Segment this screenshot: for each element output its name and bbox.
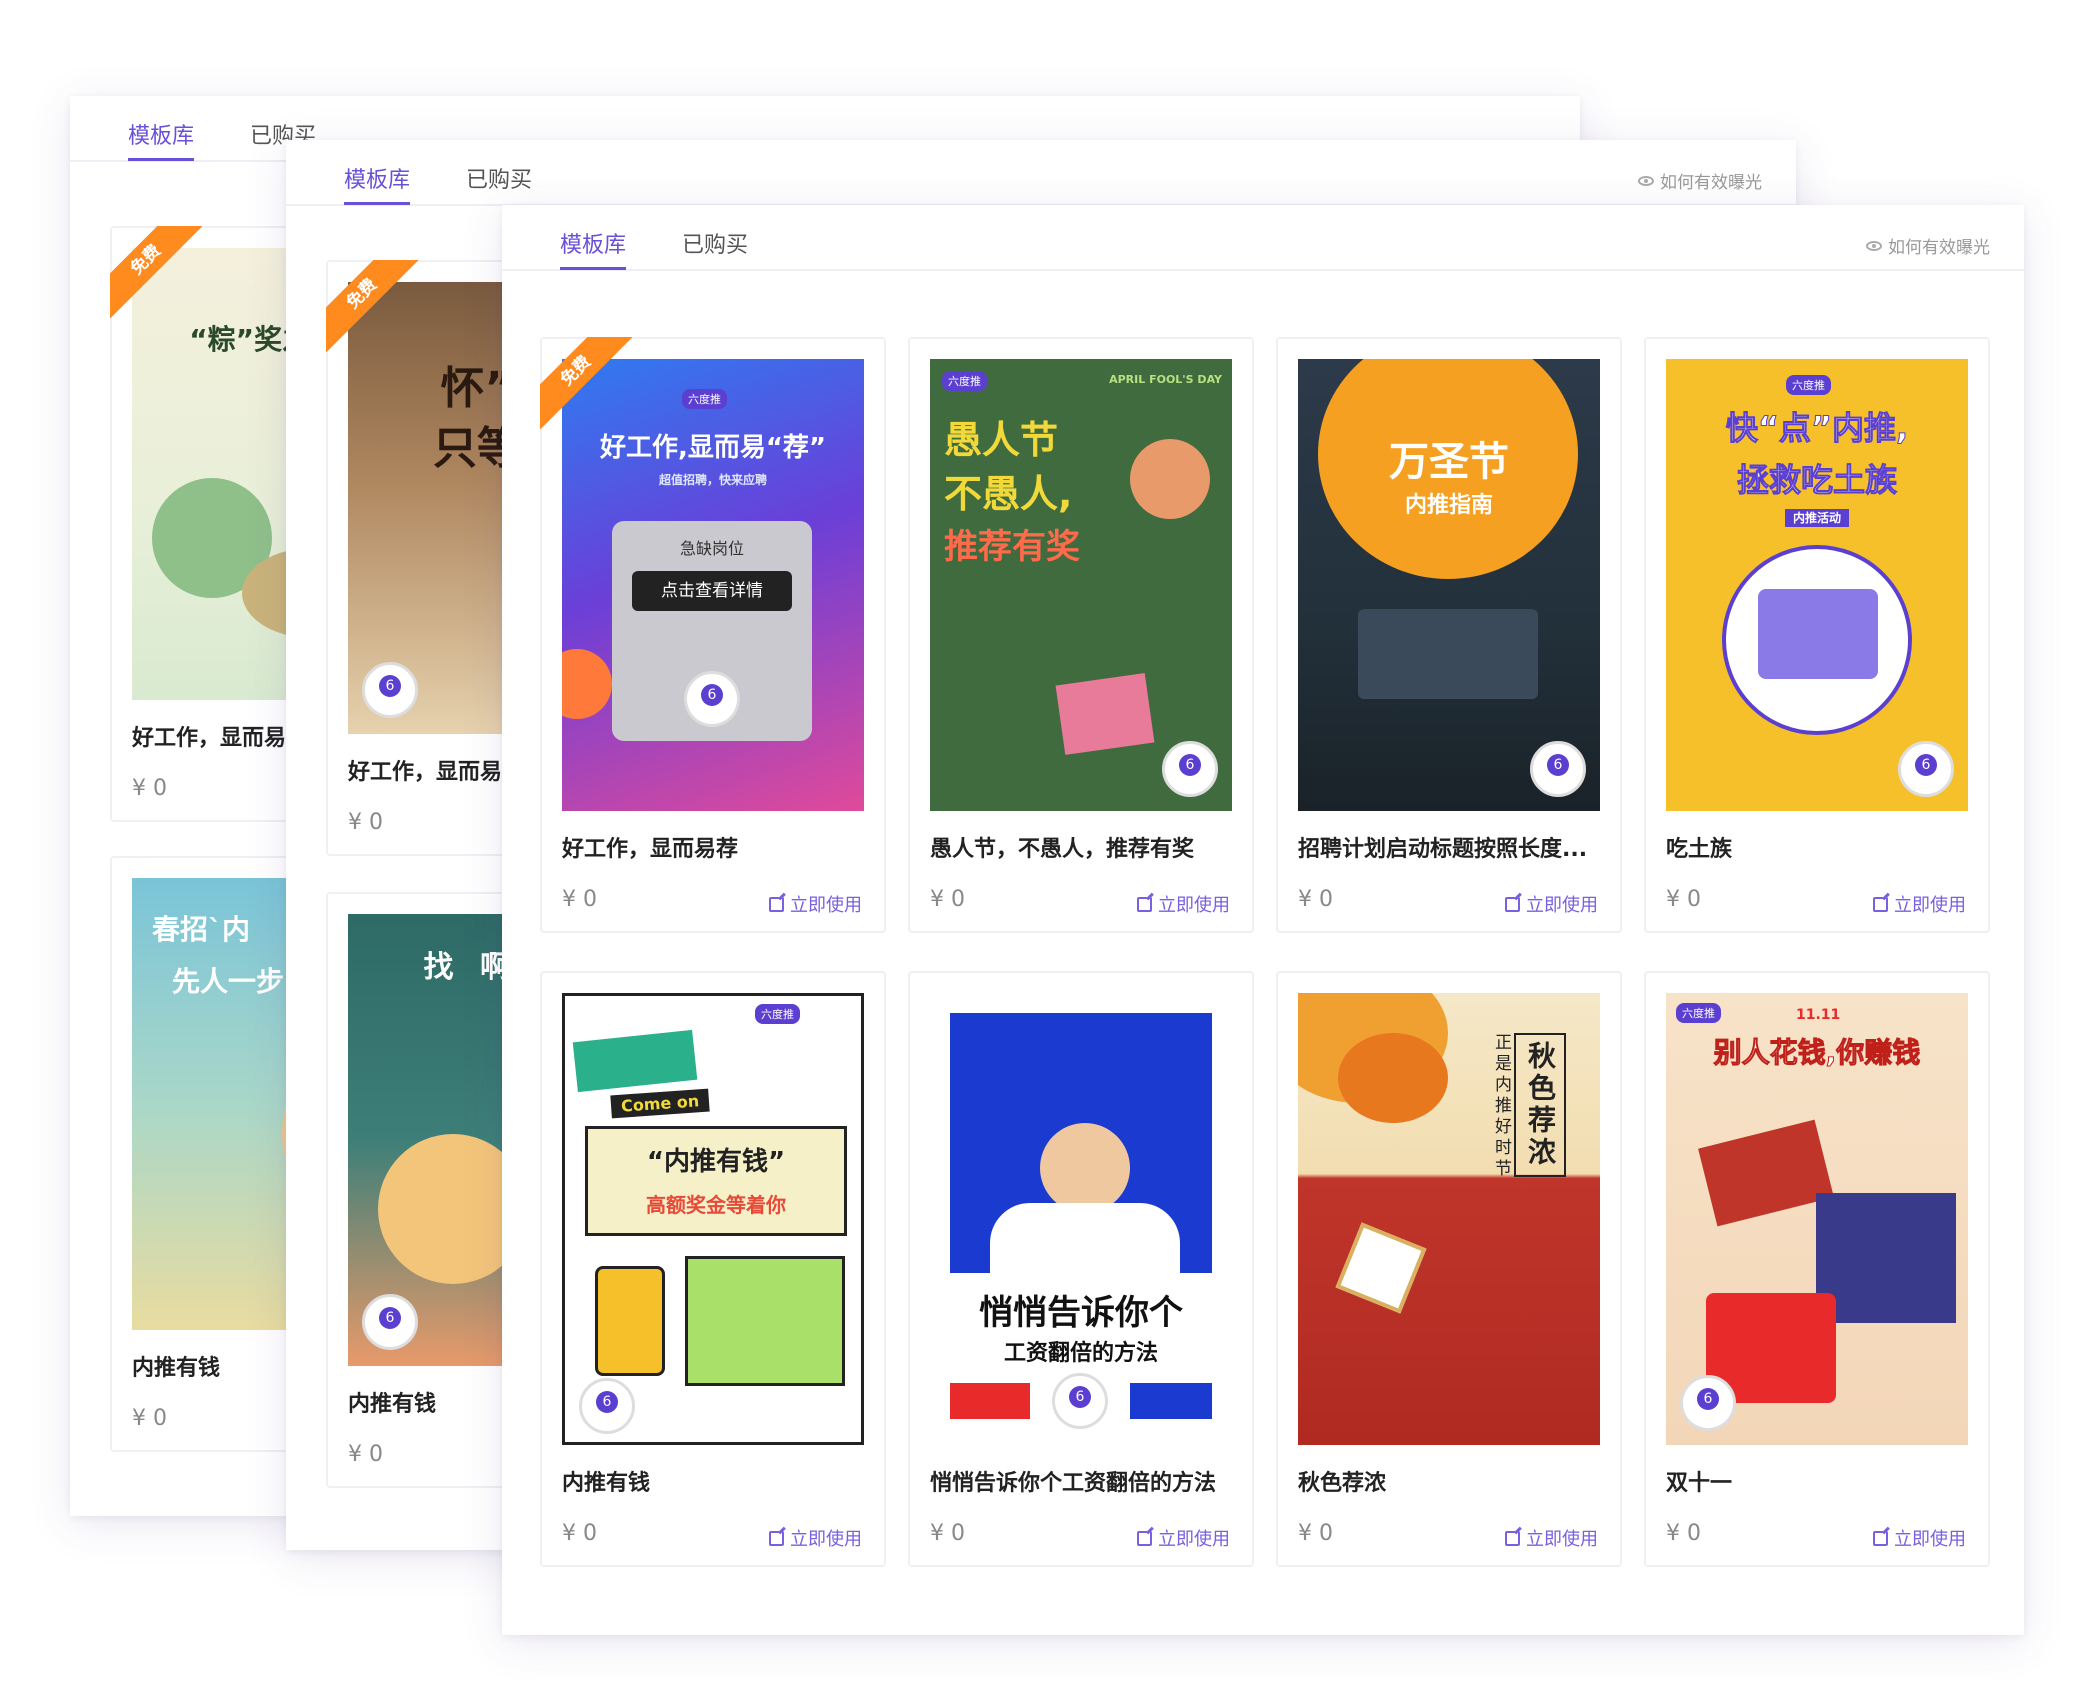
card-title: 好工作，显而易荐: [348, 760, 525, 785]
poster-broke-tribe: 六度推 快“点”内推, 拯救吃土族 内推活动: [1666, 359, 1968, 811]
use-now-button[interactable]: 立即使用: [1137, 891, 1230, 917]
card-title: 好工作，显而易荐: [562, 837, 739, 862]
tab-purchased[interactable]: 已购买: [682, 227, 748, 267]
qr-code: [1680, 1375, 1736, 1431]
card-price: ¥ 0: [1298, 887, 1333, 912]
template-card[interactable]: 悄悄告诉你个 工资翻倍的方法 悄悄告诉你个工资翻倍的方法 ¥ 0 立即使用: [908, 971, 1254, 1567]
template-card[interactable]: 万圣节 内推指南 招聘计划启动标题按照长度... ¥ 0 立即使用: [1276, 337, 1622, 933]
use-now-button[interactable]: 立即使用: [1505, 891, 1598, 917]
poster-salary-secret: 悄悄告诉你个 工资翻倍的方法: [930, 993, 1232, 1445]
eye-icon: [1866, 240, 1882, 251]
tab-template-library[interactable]: 模板库: [344, 162, 411, 205]
use-now-button[interactable]: 立即使用: [1873, 1525, 1966, 1551]
tab-bar: 模板库 已购买 如何有效曝光: [286, 140, 1796, 206]
use-now-button[interactable]: 立即使用: [1873, 891, 1966, 917]
tab-bar: 模板库 已购买 如何有效曝光: [502, 205, 2024, 271]
tab-template-library[interactable]: 模板库: [128, 118, 195, 161]
qr-code: [579, 1378, 635, 1434]
qr-code: [684, 671, 740, 727]
template-card[interactable]: 秋色荐浓 正是内推好时节 秋色荐浓 ¥ 0 立即使用: [1276, 971, 1622, 1567]
edit-icon: [1873, 896, 1888, 912]
qr-code: [362, 662, 418, 718]
card-price: ¥ 0: [562, 887, 597, 912]
poster-april-fools: 六度推 APRIL FOOL'S DAY 愚人节 不愚人, 推荐有奖: [930, 359, 1232, 811]
use-now-button[interactable]: 立即使用: [769, 891, 862, 917]
edit-icon: [1873, 1530, 1888, 1546]
template-card[interactable]: 六度推 APRIL FOOL'S DAY 愚人节 不愚人, 推荐有奖 愚人节，不…: [908, 337, 1254, 933]
card-price: ¥ 0: [132, 776, 167, 801]
card-price: ¥ 0: [930, 887, 965, 912]
template-card[interactable]: 免费 六度推 好工作,显而易“荐” 超值招聘，快来应聘 急缺岗位 点击查看详情 …: [540, 337, 886, 933]
template-card[interactable]: 六度推 11.11 别人花钱,你赚钱 双十一 ¥ 0 立即使用: [1644, 971, 1990, 1567]
poster-double-eleven: 六度推 11.11 别人花钱,你赚钱: [1666, 993, 1968, 1445]
card-price: ¥ 0: [132, 1406, 167, 1431]
qr-code: [362, 1294, 418, 1350]
card-price: ¥ 0: [1666, 887, 1701, 912]
use-now-button[interactable]: 立即使用: [1137, 1525, 1230, 1551]
card-title: 好工作，显而易荐: [132, 726, 309, 751]
free-badge: 免费: [326, 260, 418, 352]
template-card[interactable]: 六度推 Come on “内推有钱” 高额奖金等着你 内推有钱 ¥ 0 立即使用: [540, 971, 886, 1567]
card-price: ¥ 0: [562, 1521, 597, 1546]
use-now-button[interactable]: 立即使用: [769, 1525, 862, 1551]
card-price: ¥ 0: [930, 1521, 965, 1546]
exposure-hint[interactable]: 如何有效曝光: [1866, 233, 1990, 258]
free-badge: 免费: [110, 226, 202, 318]
edit-icon: [1505, 896, 1520, 912]
card-title: 吃土族: [1666, 837, 1733, 862]
card-title: 内推有钱: [562, 1471, 651, 1496]
free-badge: 免费: [540, 337, 632, 429]
qr-code: [1898, 741, 1954, 797]
eye-icon: [1638, 175, 1654, 186]
card-title: 内推有钱: [132, 1356, 221, 1381]
qr-code: [1530, 741, 1586, 797]
card-price: ¥ 0: [1666, 1521, 1701, 1546]
card-price: ¥ 0: [348, 810, 383, 835]
card-title: 悄悄告诉你个工资翻倍的方法: [930, 1471, 1217, 1496]
qr-code: [1052, 1373, 1108, 1429]
edit-icon: [1137, 896, 1152, 912]
edit-icon: [1505, 1530, 1520, 1546]
tab-template-library[interactable]: 模板库: [560, 227, 627, 270]
card-title: 双十一: [1666, 1471, 1733, 1496]
exposure-hint[interactable]: 如何有效曝光: [1638, 168, 1762, 193]
card-price: ¥ 0: [1298, 1521, 1333, 1546]
qr-code: [1162, 741, 1218, 797]
template-panel-front: 模板库 已购买 如何有效曝光 免费 六度推 好工作,显而易“荐” 超值招聘，快来…: [502, 205, 2024, 1635]
card-title: 内推有钱: [348, 1392, 437, 1417]
card-title: 招聘计划启动标题按照长度...: [1298, 837, 1588, 862]
use-now-button[interactable]: 立即使用: [1505, 1525, 1598, 1551]
card-title: 愚人节，不愚人，推荐有奖: [930, 837, 1195, 862]
template-card[interactable]: 六度推 快“点”内推, 拯救吃土族 内推活动 吃土族 ¥ 0 立即使用: [1644, 337, 1990, 933]
poster-referral-money: 六度推 Come on “内推有钱” 高额奖金等着你: [562, 993, 864, 1445]
edit-icon: [769, 1530, 784, 1546]
card-price: ¥ 0: [348, 1442, 383, 1467]
edit-icon: [1137, 1530, 1152, 1546]
view-details-button: 点击查看详情: [632, 571, 792, 611]
tab-purchased[interactable]: 已购买: [466, 162, 532, 202]
poster-halloween: 万圣节 内推指南: [1298, 359, 1600, 811]
poster-autumn: 秋色荐浓 正是内推好时节: [1298, 993, 1600, 1445]
edit-icon: [769, 896, 784, 912]
card-title: 秋色荐浓: [1298, 1471, 1387, 1496]
